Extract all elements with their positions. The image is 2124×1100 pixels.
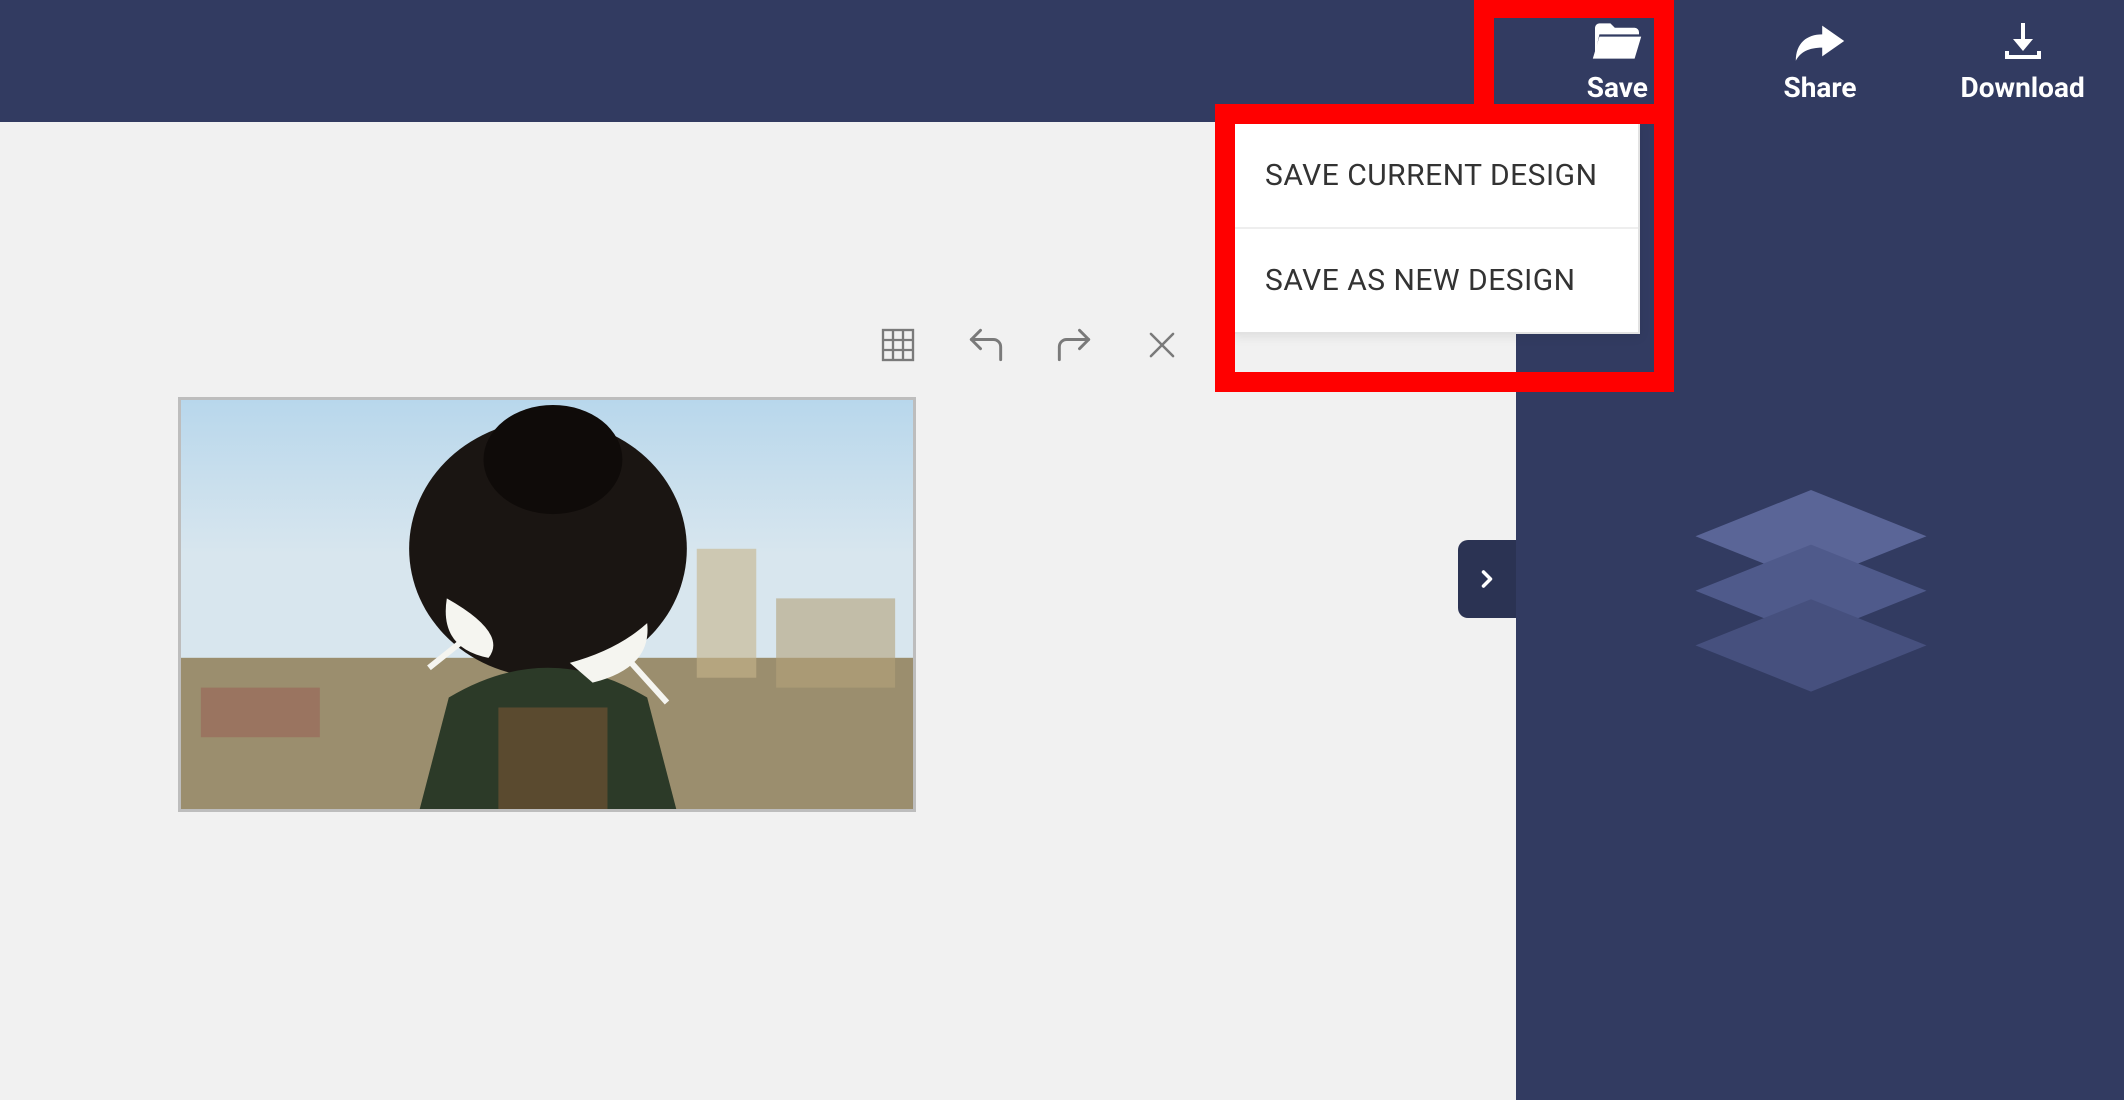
download-icon <box>1996 19 2050 63</box>
undo-icon[interactable] <box>963 322 1009 368</box>
layers-icon[interactable] <box>1676 490 1946 704</box>
folder-open-icon <box>1590 19 1644 63</box>
share-button[interactable]: Share <box>1730 0 1910 122</box>
save-current-design-item[interactable]: SAVE CURRENT DESIGN <box>1235 124 1638 227</box>
chevron-right-icon <box>1473 565 1501 593</box>
save-button[interactable]: Save <box>1527 0 1707 122</box>
download-label: Download <box>1961 71 2085 104</box>
close-icon[interactable] <box>1139 322 1185 368</box>
grid-icon[interactable] <box>875 322 921 368</box>
expand-panel-button[interactable] <box>1458 540 1516 618</box>
save-dropdown: SAVE CURRENT DESIGN SAVE AS NEW DESIGN <box>1233 122 1640 334</box>
save-label: Save <box>1587 71 1648 104</box>
share-label: Share <box>1783 71 1856 104</box>
share-arrow-icon <box>1793 19 1847 63</box>
photo-placeholder-icon <box>181 400 913 812</box>
canvas-image[interactable] <box>178 397 916 812</box>
canvas-toolbar <box>875 322 1185 368</box>
download-button[interactable]: Download <box>1933 0 2113 122</box>
save-as-new-design-item[interactable]: SAVE AS NEW DESIGN <box>1235 227 1638 332</box>
app-root: Save Share Download SAVE CURRENT DESIGN … <box>0 0 2124 1100</box>
topbar-actions: Save Share Download <box>1516 0 2124 122</box>
redo-icon[interactable] <box>1051 322 1097 368</box>
